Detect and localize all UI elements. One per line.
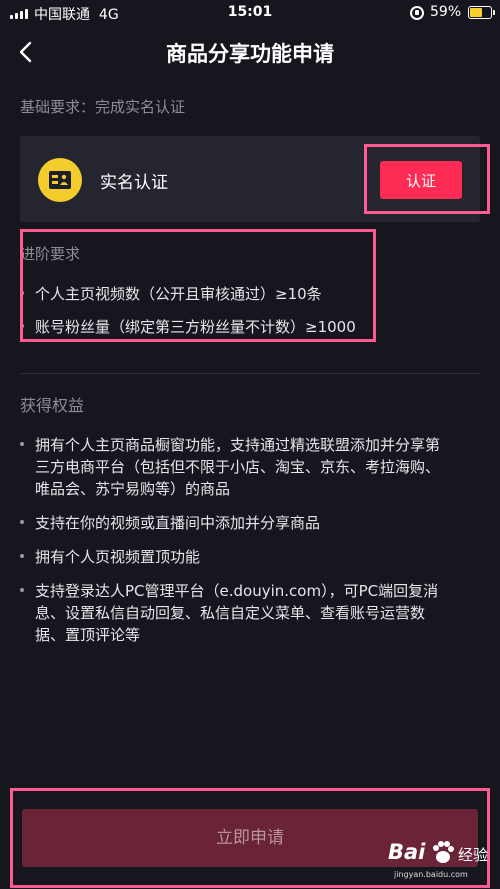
bullet-icon	[20, 324, 24, 328]
watermark-jingyan: 经验	[458, 846, 489, 864]
benefit-item: 支持登录达人PC管理平台（e.douyin.com），可PC端回复消 息、设置私…	[20, 580, 438, 646]
id-card-icon	[38, 158, 82, 202]
advanced-requirements-title: 进阶要求	[20, 245, 81, 263]
watermark-brand: Bai	[388, 840, 426, 864]
benefits-title: 获得权益	[20, 396, 85, 415]
benefit-item: 支持在你的视频或直播间中添加并分享商品	[20, 512, 320, 534]
battery-icon	[468, 6, 495, 19]
status-bar: 中国联通 4G 15:01 59%	[0, 0, 500, 28]
bullet-icon	[20, 554, 24, 558]
verification-card: 实名认证 认证	[20, 136, 480, 222]
baidu-jingyan-watermark: Bai 经验 jingyan.baidu.com	[388, 838, 498, 888]
advanced-item: 个人主页视频数（公开且审核通过）≥10条	[20, 283, 322, 305]
benefit-item: 拥有个人页视频置顶功能	[20, 546, 200, 568]
bullet-icon	[20, 588, 24, 592]
verify-button[interactable]: 认证	[380, 161, 462, 199]
nav-bar: 商品分享功能申请	[0, 28, 500, 76]
page-title: 商品分享功能申请	[166, 42, 334, 66]
verification-label: 实名认证	[100, 173, 168, 193]
watermark-url: jingyan.baidu.com	[394, 870, 468, 879]
bullet-icon	[20, 291, 24, 295]
battery-percent: 59%	[430, 4, 462, 20]
divider	[20, 373, 480, 374]
advanced-item: 账号粉丝量（绑定第三方粉丝量不计数）≥1000	[20, 316, 356, 338]
basic-requirement: 基础要求：完成实名认证	[20, 98, 186, 116]
bullet-icon	[20, 520, 24, 524]
bullet-icon	[20, 442, 24, 446]
clock: 15:01	[227, 4, 273, 20]
benefit-item: 拥有个人主页商品橱窗功能，支持通过精选联盟添加并分享第 三方电商平台（包括但不限…	[20, 434, 440, 500]
paw-icon	[430, 840, 456, 870]
orientation-lock-icon	[410, 6, 424, 20]
